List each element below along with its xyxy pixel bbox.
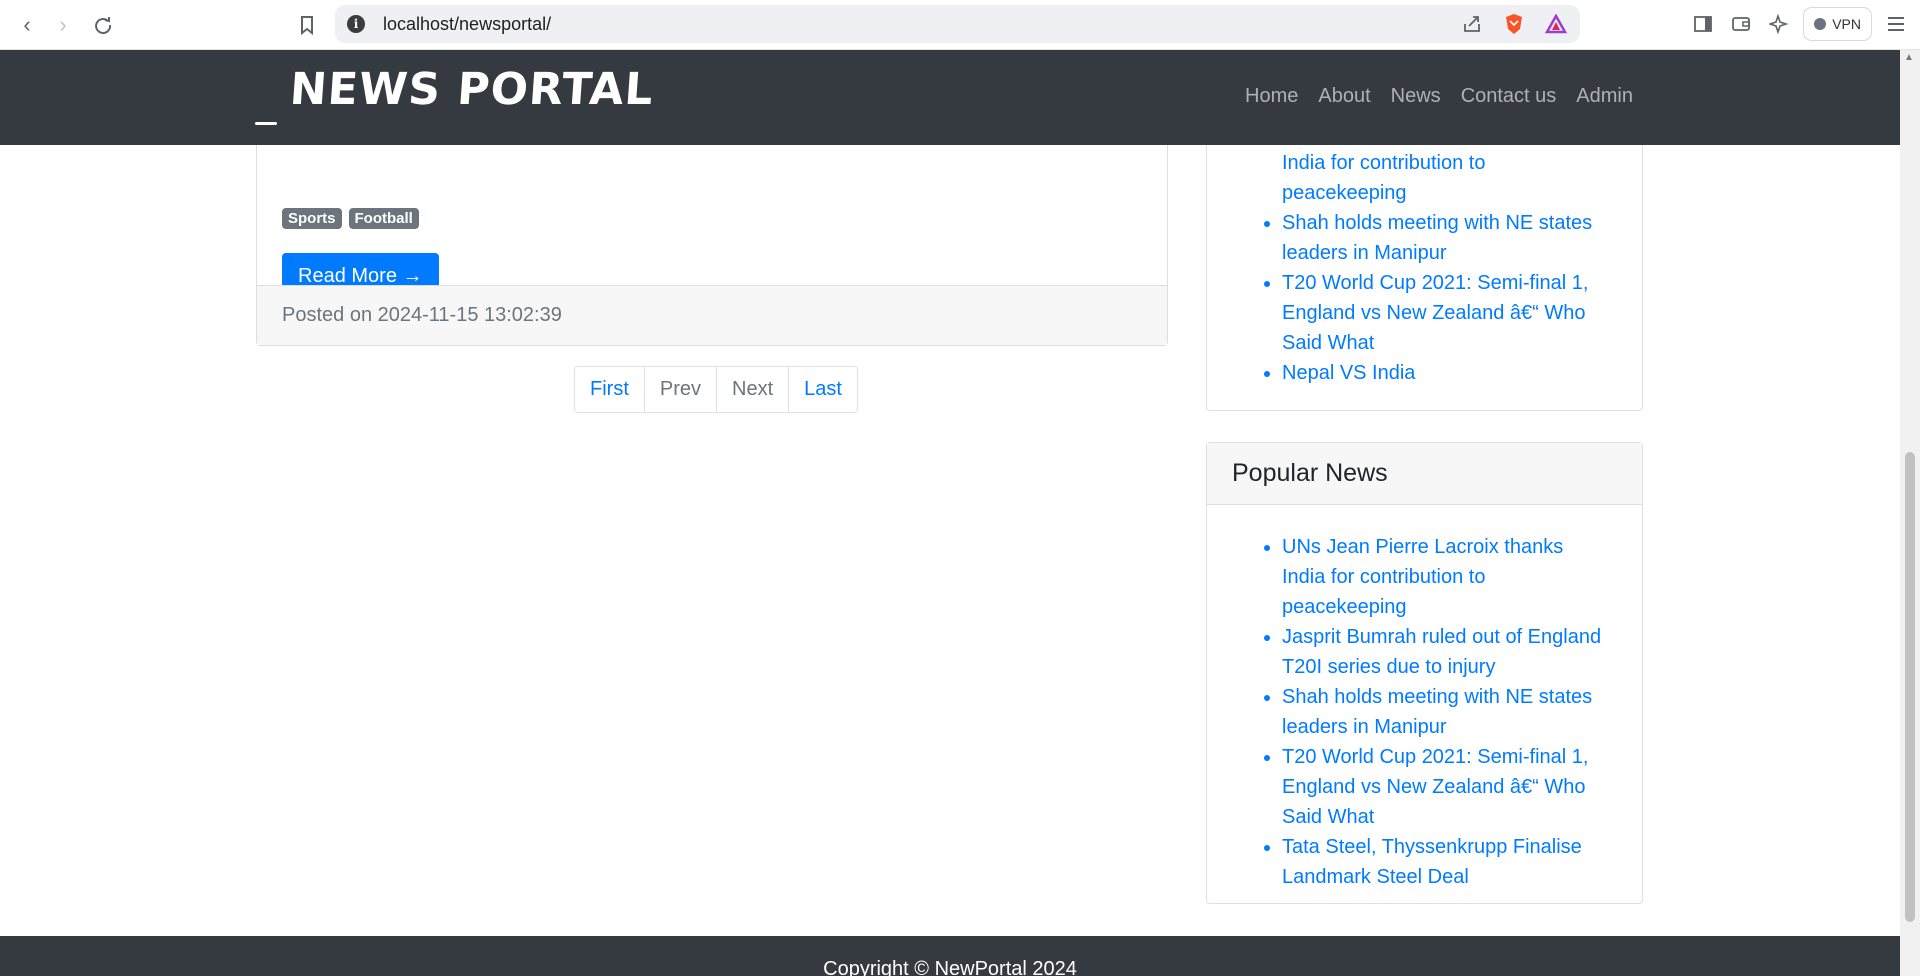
copyright-text: Copyright © NewPortal 2024	[823, 958, 1077, 976]
news-link[interactable]: UNs Jean Pierre Lacroix thanks India for…	[1282, 532, 1612, 622]
wallet-icon[interactable]	[1727, 6, 1755, 42]
scrollbar-thumb[interactable]	[1905, 452, 1915, 922]
url-text: localhost/newsportal/	[383, 13, 552, 34]
leo-ai-icon[interactable]	[1765, 6, 1793, 42]
news-link[interactable]: Nepal VS India	[1282, 358, 1612, 388]
vpn-status-icon	[1814, 18, 1827, 30]
forward-icon[interactable]: ›	[48, 10, 78, 40]
share-icon[interactable]	[1458, 10, 1486, 38]
page-prev-link[interactable]: Prev	[645, 367, 718, 412]
main-menu: Home About News Contact us Admin	[1245, 85, 1633, 108]
popular-news-list: UNs Jean Pierre Lacroix thanks India for…	[1207, 505, 1642, 892]
nav-home[interactable]: Home	[1245, 85, 1298, 108]
logo-mark	[255, 122, 277, 125]
site-info-icon[interactable]: i	[347, 15, 365, 33]
sidebar-toggle-icon[interactable]	[1689, 6, 1717, 42]
page-viewport: Sports Football Read More → Posted on 20…	[0, 50, 1900, 976]
post-tags: Sports Football	[282, 208, 419, 229]
nav-contact[interactable]: Contact us	[1461, 85, 1557, 108]
news-link[interactable]: Jasprit Bumrah ruled out of England T20I…	[1282, 622, 1612, 682]
post-date: Posted on 2024-11-15 13:02:39	[257, 285, 1167, 345]
nav-about[interactable]: About	[1318, 85, 1370, 108]
brave-shield-icon[interactable]	[1500, 10, 1528, 38]
site-navbar: NEWS PORTAL Home About News Contact us A…	[0, 50, 1900, 145]
nav-admin[interactable]: Admin	[1576, 85, 1633, 108]
news-link[interactable]: Tata Steel, Thyssenkrupp Finalise Landma…	[1282, 832, 1612, 892]
reload-icon[interactable]	[88, 10, 118, 40]
tag-badge[interactable]: Sports	[282, 208, 342, 229]
scroll-up-icon[interactable]: ▲	[1904, 52, 1914, 63]
page-last-link[interactable]: Last	[789, 367, 857, 412]
popular-news-title: Popular News	[1207, 443, 1642, 505]
vpn-label: VPN	[1832, 16, 1861, 32]
site-logo[interactable]: NEWS PORTAL	[288, 64, 655, 115]
brave-rewards-icon[interactable]	[1542, 10, 1570, 38]
page-next-link[interactable]: Next	[717, 367, 790, 412]
news-link[interactable]: T20 World Cup 2021: Semi-final 1, Englan…	[1282, 742, 1612, 832]
vpn-button[interactable]: VPN	[1803, 7, 1872, 41]
page-first-link[interactable]: First	[575, 367, 645, 412]
site-footer: Copyright © NewPortal 2024	[0, 936, 1900, 976]
popular-news-card: Popular News UNs Jean Pierre Lacroix tha…	[1206, 442, 1643, 904]
news-link[interactable]: Shah holds meeting with NE states leader…	[1282, 682, 1612, 742]
page-scrollbar[interactable]: ▲	[1900, 50, 1920, 976]
browser-toolbar: ‹ › i localhost/newsportal/ VPN	[0, 0, 1920, 50]
menu-icon[interactable]	[1882, 6, 1910, 42]
back-icon[interactable]: ‹	[12, 10, 42, 40]
news-link[interactable]: Shah holds meeting with NE states leader…	[1282, 208, 1612, 268]
bookmark-icon[interactable]	[292, 10, 322, 40]
nav-news[interactable]: News	[1391, 85, 1441, 108]
recent-news-list: UNs Jean Pierre Lacroix thanks India for…	[1207, 118, 1642, 388]
news-link[interactable]: T20 World Cup 2021: Semi-final 1, Englan…	[1282, 268, 1612, 358]
tag-badge[interactable]: Football	[348, 208, 419, 229]
pagination: First Prev Next Last	[574, 366, 858, 413]
address-bar[interactable]: i localhost/newsportal/	[335, 5, 1580, 43]
